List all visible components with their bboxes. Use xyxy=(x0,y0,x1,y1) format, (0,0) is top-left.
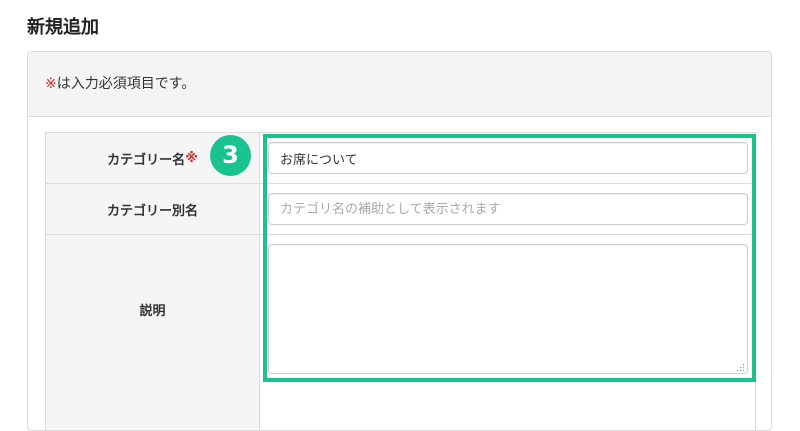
category-name-label: カテゴリー名 xyxy=(107,152,186,168)
category-alias-label: カテゴリー別名 xyxy=(106,203,198,219)
form-table: カテゴリー名※ カテゴリー別名 説明 xyxy=(45,132,756,430)
required-notice: ※は入力必須項目です。 xyxy=(45,73,195,95)
form-row-category-name: カテゴリー名 ※ xyxy=(46,133,755,184)
category-alias-label-cell: カテゴリー別名 xyxy=(46,184,260,234)
category-alias-input[interactable] xyxy=(268,193,748,225)
panel-heading: ※は入力必須項目です。 xyxy=(28,52,771,117)
resize-grip-icon[interactable] xyxy=(736,363,745,372)
description-label: 説明 xyxy=(139,304,166,319)
required-mark: ※ xyxy=(45,76,57,92)
form-panel: ※は入力必須項目です。 カテゴリー名※ カテゴリー別名 説明 xyxy=(27,51,772,431)
page-title: 新規追加 xyxy=(27,17,99,38)
form-row-description: 説明 xyxy=(46,235,755,430)
required-notice-text: は入力必須項目です。 xyxy=(56,76,196,92)
category-name-input[interactable] xyxy=(268,142,748,174)
category-name-required-mark: ※ xyxy=(185,150,198,166)
description-textarea[interactable] xyxy=(268,244,748,374)
description-label-cell: 説明 xyxy=(46,235,260,430)
form-row-category-alias: カテゴリー別名 xyxy=(46,184,755,235)
step-number-badge: 3 xyxy=(210,135,251,176)
